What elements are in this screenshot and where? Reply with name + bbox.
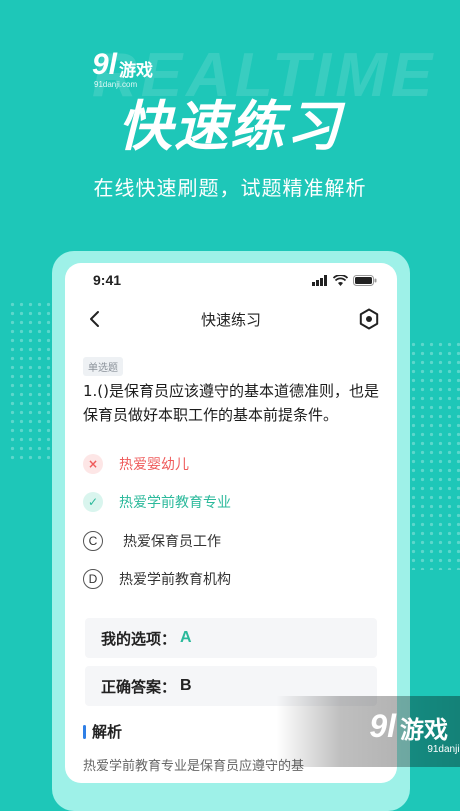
question-type-badge: 单选题 bbox=[83, 357, 123, 376]
wrong-x-icon: × bbox=[83, 454, 103, 474]
analysis-title: 解析 bbox=[92, 723, 123, 741]
correct-check-icon: ✓ bbox=[83, 492, 103, 512]
option-d[interactable]: D 热爱学前教育机构 bbox=[83, 566, 231, 592]
section-bar bbox=[83, 724, 86, 739]
battery-icon bbox=[353, 275, 377, 286]
site-watermark-logo-bottom: 9l 游戏 91danji.com bbox=[369, 708, 460, 755]
logo-text: 游戏 bbox=[119, 61, 154, 81]
correct-answer-label: 正确答案： bbox=[101, 677, 177, 696]
logo-url: 91danji.com bbox=[427, 744, 460, 755]
site-watermark-logo: 9l 游戏 91danji.com bbox=[92, 48, 154, 90]
option-b[interactable]: ✓ 热爱学前教育专业 bbox=[83, 489, 231, 515]
nav-title: 快速练习 bbox=[200, 311, 261, 329]
my-choice-value: A bbox=[180, 629, 192, 646]
hero-subtitle: 在线快速刷题，试题精准解析 bbox=[93, 176, 367, 200]
nav-bar: 快速练习 bbox=[65, 303, 397, 337]
status-time: 9:41 bbox=[93, 272, 122, 288]
status-bar: 9:41 bbox=[65, 263, 397, 297]
hero-title: 快速练习 bbox=[118, 95, 342, 158]
option-letter-d: D bbox=[83, 569, 103, 589]
option-label: 热爱保育员工作 bbox=[123, 534, 221, 550]
logo-number: 9l bbox=[369, 708, 396, 744]
option-label: 热爱婴幼儿 bbox=[119, 457, 189, 473]
signal-icon bbox=[312, 275, 327, 286]
question-text: 1.()是保育员应该遵守的基本道德准则，也是保育员做好本职工作的基本前提条件。 bbox=[83, 382, 380, 424]
analysis-heading: 解析 bbox=[83, 721, 122, 742]
option-a[interactable]: × 热爱婴幼儿 bbox=[83, 451, 189, 477]
option-label: 热爱学前教育专业 bbox=[119, 495, 231, 511]
settings-hexagon-icon[interactable] bbox=[357, 307, 381, 331]
correct-answer-value: B bbox=[180, 677, 192, 694]
wifi-icon bbox=[333, 275, 348, 286]
logo-number: 9l bbox=[92, 48, 118, 81]
status-icons bbox=[312, 275, 377, 286]
my-choice-box: 我的选项： A bbox=[85, 618, 377, 658]
option-c[interactable]: C 热爱保育员工作 bbox=[83, 528, 221, 554]
my-choice-label: 我的选项： bbox=[101, 629, 177, 648]
option-letter-c: C bbox=[83, 531, 103, 551]
logo-text: 游戏 bbox=[400, 716, 448, 744]
option-label: 热爱学前教育机构 bbox=[119, 572, 231, 588]
